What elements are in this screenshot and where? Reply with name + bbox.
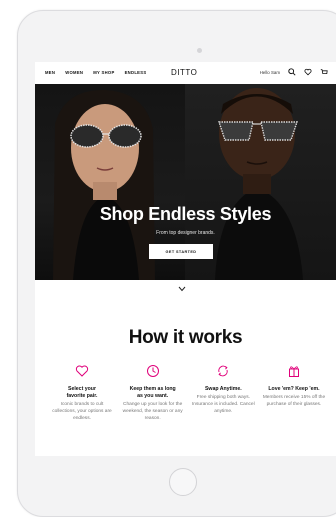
home-button[interactable]: [169, 468, 197, 496]
search-icon[interactable]: [288, 68, 296, 76]
step-title-line1: Love 'em? Keep 'em.: [268, 386, 320, 392]
get-started-button[interactable]: GET STARTED: [149, 244, 213, 259]
hero-title: Shop Endless Styles: [99, 204, 272, 224]
steps-row: Select your favorite pair. Iconic brands…: [49, 364, 327, 423]
nav-link-my-shop[interactable]: MY SHOP: [93, 70, 114, 75]
gift-icon: [288, 366, 299, 377]
heart-icon[interactable]: [304, 68, 312, 76]
nav-right: Hello Sam: [260, 68, 328, 76]
clock-icon: [146, 365, 159, 377]
nav-link-endless[interactable]: ENDLESS: [125, 70, 147, 75]
nav-link-men[interactable]: MEN: [45, 70, 55, 75]
step-desc: Free shipping both ways. Insurance is in…: [191, 395, 255, 415]
heart-icon: [75, 365, 89, 377]
step-swap: Swap Anytime. Free shipping both ways. I…: [190, 364, 256, 423]
top-nav: MEN WOMEN MY SHOP ENDLESS DITTO Hello Sa…: [35, 62, 336, 85]
how-it-works-title: How it works: [128, 327, 243, 348]
chevron-down-icon[interactable]: [178, 286, 186, 292]
step-title-line1: Select your: [68, 386, 96, 392]
step-love: Love 'em? Keep 'em. Members receive 15% …: [261, 364, 327, 423]
nav-link-women[interactable]: WOMEN: [65, 70, 83, 75]
step-desc: Iconic brands to cult collections, your …: [52, 402, 112, 422]
swap-icon: [218, 365, 228, 377]
cart-icon[interactable]: [320, 68, 328, 76]
step-title-line2: as you want.: [137, 393, 169, 400]
screen: MEN WOMEN MY SHOP ENDLESS DITTO Hello Sa…: [35, 62, 336, 456]
camera-dot: [197, 48, 202, 53]
step-title-line2: favorite pair.: [66, 393, 98, 400]
logo[interactable]: DITTO: [171, 68, 197, 77]
hero-banner: Shop Endless Styles From top designer br…: [35, 84, 336, 280]
step-desc: Members receive 15% off the purchase of …: [262, 395, 326, 408]
step-keep: Keep them as long as you want. Change up…: [120, 364, 186, 423]
hero-subtitle: From top designer brands.: [156, 230, 215, 236]
step-title-line1: Keep them as long: [129, 386, 176, 392]
nav-links: MEN WOMEN MY SHOP ENDLESS: [45, 70, 146, 75]
greeting[interactable]: Hello Sam: [260, 70, 280, 75]
step-title-line1: Swap Anytime.: [204, 386, 242, 392]
step-desc: Change up your look for the weekend, the…: [122, 402, 183, 422]
step-select: Select your favorite pair. Iconic brands…: [49, 364, 115, 423]
